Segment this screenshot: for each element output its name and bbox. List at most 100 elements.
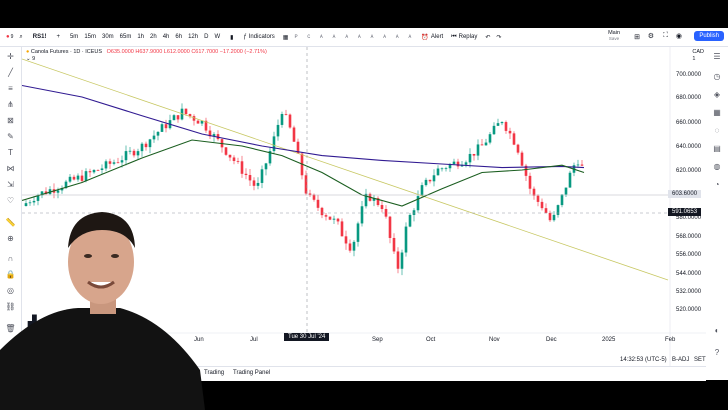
search-icon[interactable]: ⌕ bbox=[19, 34, 22, 41]
interval-4h[interactable]: 4h bbox=[163, 34, 170, 40]
alert-icon[interactable]: ⏰ bbox=[421, 34, 428, 41]
candle-body bbox=[172, 115, 176, 121]
publish-button[interactable]: Publish bbox=[694, 31, 724, 41]
measure-icon[interactable]: ⇲ bbox=[5, 179, 16, 190]
calendar-icon[interactable]: ▤ bbox=[711, 143, 723, 155]
candle-body bbox=[260, 169, 264, 183]
tab-trading-panel[interactable]: Trading Panel bbox=[233, 370, 270, 376]
candle-body bbox=[540, 201, 544, 209]
layers-icon[interactable]: ◈ bbox=[711, 89, 723, 101]
collapse-icon[interactable]: ⌄ bbox=[26, 56, 31, 62]
settings-icon[interactable]: ⚙ bbox=[648, 32, 654, 40]
candle-body bbox=[256, 182, 260, 186]
candle-body bbox=[160, 124, 164, 132]
patterns-icon[interactable]: ⋈ bbox=[5, 163, 16, 174]
clock: 14:32:53 (UTC-5) bbox=[620, 357, 667, 363]
indicators-button[interactable]: Indicators bbox=[249, 34, 275, 40]
horizontal-lines-icon[interactable]: ≡ bbox=[5, 83, 16, 94]
price-tick-label: 556.0000 bbox=[676, 252, 702, 258]
interval-d[interactable]: D bbox=[204, 34, 208, 40]
alerts-clock-icon[interactable]: ◷ bbox=[711, 71, 723, 83]
candle-body bbox=[340, 221, 344, 237]
interval-65m[interactable]: 65m bbox=[120, 34, 132, 40]
toolbar-buttons[interactable]: ᴘ ᴄ ᴀ ᴀ ᴀ ᴀ ᴀ ᴀ ᴀ ᴀ bbox=[294, 34, 415, 40]
candle-body bbox=[224, 147, 228, 155]
interval-w[interactable]: W bbox=[214, 34, 220, 40]
interval-15m[interactable]: 15m bbox=[84, 34, 96, 40]
candle-body bbox=[444, 168, 448, 170]
trend-line-icon[interactable]: ╱ bbox=[5, 67, 16, 78]
candle-body bbox=[344, 236, 348, 244]
price-tick-label: 700.0000 bbox=[676, 72, 702, 78]
stream-icon[interactable]: ◐ bbox=[711, 325, 723, 337]
crosshair-price-label: 591.0653 bbox=[668, 208, 702, 216]
price-tick-label: 532.0000 bbox=[676, 289, 702, 295]
chart-type-icon[interactable]: ▮ bbox=[230, 34, 233, 41]
crosshair-icon[interactable]: ✛ bbox=[5, 51, 16, 62]
candle-body bbox=[468, 153, 472, 163]
gann-fib-icon[interactable]: ⊠ bbox=[5, 115, 16, 126]
symbol-search[interactable]: RS1! bbox=[33, 34, 47, 40]
candle-body bbox=[512, 133, 516, 145]
add-symbol-icon[interactable]: + bbox=[56, 34, 60, 40]
undo-icon[interactable]: ↶ bbox=[485, 34, 490, 41]
watchlist-icon[interactable]: ☰ bbox=[711, 51, 723, 63]
candle-body bbox=[92, 169, 96, 173]
candle-body bbox=[148, 139, 152, 148]
candle-body bbox=[576, 164, 580, 166]
candle-body bbox=[408, 214, 412, 227]
legend-ohlc: O635.0000 H637.9000 L612.0000 C617.7000 … bbox=[106, 49, 267, 55]
currency-selector[interactable]: CAD 1 bbox=[692, 49, 704, 63]
notification-count: 9 bbox=[10, 34, 14, 40]
candle-body bbox=[532, 188, 536, 196]
candle-body bbox=[496, 123, 500, 126]
candle-body bbox=[396, 251, 400, 269]
interval-6h[interactable]: 6h bbox=[175, 34, 182, 40]
replay-icon[interactable]: ⏮ bbox=[451, 34, 456, 41]
candle-body bbox=[332, 218, 336, 220]
currency-multiplier: 1 bbox=[692, 56, 696, 62]
brush-icon[interactable]: ✎ bbox=[5, 131, 16, 142]
tab-trading[interactable]: Trading bbox=[204, 370, 224, 376]
interval-12h[interactable]: 12h bbox=[188, 34, 198, 40]
templates-icon[interactable]: ▦ bbox=[283, 34, 289, 41]
replay-button[interactable]: Replay bbox=[459, 34, 478, 40]
fullscreen-icon[interactable]: ⛶ bbox=[663, 32, 668, 40]
candle-body bbox=[244, 173, 248, 176]
hotlist-icon[interactable]: ▦ bbox=[711, 107, 723, 119]
indicators-icon[interactable]: ƒ bbox=[243, 34, 246, 40]
price-tick-label: 680.0000 bbox=[676, 95, 702, 101]
candle-body bbox=[556, 205, 560, 215]
ideas-icon[interactable]: ◍ bbox=[711, 161, 723, 173]
time-tick-label: 2025 bbox=[602, 337, 616, 343]
price-tick-label: 520.0000 bbox=[676, 307, 702, 313]
grid-icon[interactable]: ⊞ bbox=[634, 33, 640, 41]
candle-body bbox=[116, 162, 120, 164]
candle-body bbox=[560, 194, 564, 206]
camera-icon[interactable]: ◉ bbox=[676, 32, 682, 40]
candle-body bbox=[412, 210, 416, 215]
adjustment-toggle[interactable]: B-ADJ bbox=[672, 357, 689, 363]
pitchfork-icon[interactable]: ⋔ bbox=[5, 99, 16, 110]
candle-body bbox=[388, 216, 392, 238]
interval-1h[interactable]: 1h bbox=[137, 34, 144, 40]
chart-legend[interactable]: ● Canola Futures · 1D · ICEUS O635.0000 … bbox=[26, 49, 267, 62]
candle-body bbox=[328, 216, 332, 220]
interval-5m[interactable]: 5m bbox=[70, 34, 78, 40]
notifications-icon[interactable]: ● bbox=[6, 34, 10, 40]
candle-body bbox=[284, 113, 288, 115]
interval-2h[interactable]: 2h bbox=[150, 34, 157, 40]
interval-30m[interactable]: 30m bbox=[102, 34, 114, 40]
settlement-toggle[interactable]: SET bbox=[694, 357, 706, 363]
candle-body bbox=[136, 151, 140, 156]
text-icon[interactable]: T bbox=[5, 147, 16, 158]
time-tick-label: Oct bbox=[426, 337, 436, 343]
layout-selector[interactable]: Main Save bbox=[608, 30, 620, 42]
chat-icon[interactable]: ◌ bbox=[711, 125, 723, 137]
candle-body bbox=[400, 252, 404, 269]
notifications-icon[interactable]: ◔ bbox=[711, 179, 723, 191]
candle-body bbox=[228, 154, 232, 158]
help-icon[interactable]: ? bbox=[711, 347, 723, 359]
alert-button[interactable]: Alert bbox=[431, 34, 443, 40]
redo-icon[interactable]: ↷ bbox=[496, 34, 501, 41]
